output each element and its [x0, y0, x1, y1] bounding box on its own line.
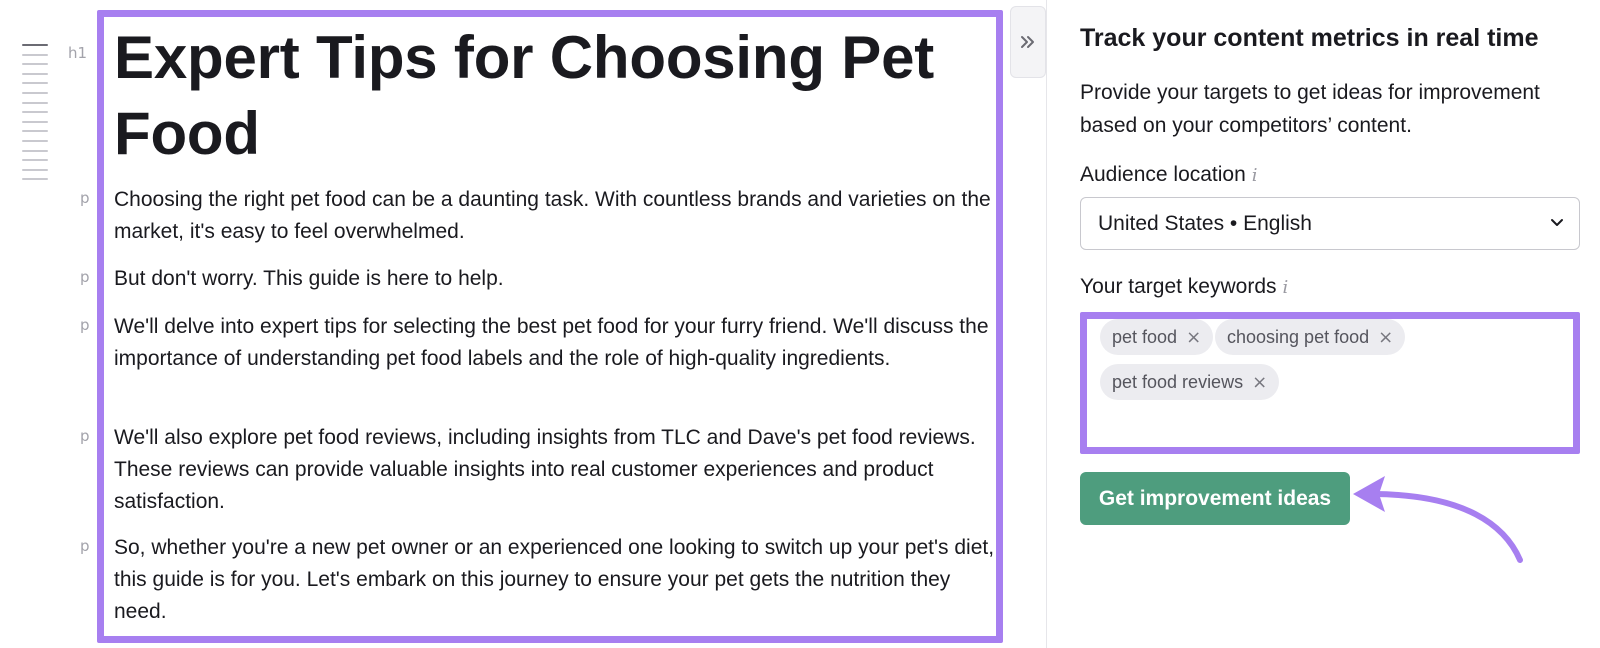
p-block-tag: p	[80, 316, 90, 334]
panel-description: Provide your targets to get ideas for im…	[1080, 81, 1540, 137]
paragraph[interactable]: We'll delve into expert tips for selecti…	[114, 311, 1004, 375]
get-improvement-ideas-button[interactable]: Get improvement ideas	[1080, 472, 1350, 525]
outline-line[interactable]	[22, 178, 48, 181]
p-block-tag: p	[80, 189, 90, 207]
remove-keyword-icon[interactable]: ×	[1378, 327, 1393, 348]
audience-location-label-text: Audience location	[1080, 163, 1246, 186]
outline-line[interactable]	[22, 130, 48, 133]
p-block-tag: p	[80, 268, 90, 286]
keyword-chip-label: choosing pet food	[1227, 326, 1370, 347]
paragraph[interactable]: Choosing the right pet food can be a dau…	[114, 184, 1004, 248]
remove-keyword-icon[interactable]: ×	[1186, 327, 1201, 348]
paragraph[interactable]: So, whether you're a new pet owner or an…	[114, 532, 1004, 628]
outline-line[interactable]	[22, 63, 48, 66]
outline-line[interactable]	[22, 159, 48, 162]
paragraph[interactable]: We'll also explore pet food reviews, inc…	[114, 422, 1004, 518]
p-block-tag: p	[80, 427, 90, 445]
editor-content[interactable]: Expert Tips for Choosing Pet Food Choosi…	[114, 20, 1004, 623]
audience-location-select[interactable]: United States • English	[1080, 197, 1580, 250]
keyword-chip[interactable]: pet food reviews ×	[1100, 364, 1280, 400]
paragraph[interactable]: But don't worry. This guide is here to h…	[114, 263, 1004, 295]
keyword-chip[interactable]: pet food ×	[1100, 319, 1214, 355]
outline-line[interactable]	[22, 168, 48, 171]
p-block-tag: p	[80, 537, 90, 555]
remove-keyword-icon[interactable]: ×	[1252, 372, 1267, 393]
keyword-chip[interactable]: choosing pet food ×	[1215, 319, 1406, 355]
target-keywords-label: Your target keywords i	[1080, 275, 1288, 299]
panel-title: Track your content metrics in real time	[1080, 24, 1539, 52]
target-keywords-input[interactable]: pet food × choosing pet food × pet food …	[1080, 312, 1580, 454]
outline-line[interactable]	[22, 53, 48, 56]
target-keywords-label-text: Your target keywords	[1080, 275, 1277, 298]
document-outline[interactable]	[22, 44, 48, 188]
audience-location-value: United States • English	[1098, 211, 1312, 235]
outline-line[interactable]	[22, 149, 48, 152]
outline-line[interactable]	[22, 111, 48, 114]
outline-heading-marker[interactable]	[22, 44, 48, 46]
double-chevron-right-icon	[1021, 36, 1034, 48]
audience-location-label: Audience location i	[1080, 163, 1258, 187]
chevron-down-icon	[1551, 219, 1563, 226]
info-icon[interactable]: i	[1252, 165, 1258, 186]
outline-line[interactable]	[22, 91, 48, 94]
outline-line[interactable]	[22, 72, 48, 75]
panel-divider	[1046, 0, 1047, 648]
article-title[interactable]: Expert Tips for Choosing Pet Food	[114, 20, 1004, 172]
collapse-panel-button[interactable]	[1010, 6, 1046, 78]
pointer-arrow-icon	[1353, 476, 1523, 563]
info-icon[interactable]: i	[1283, 277, 1289, 298]
outline-line[interactable]	[22, 101, 48, 104]
outline-line[interactable]	[22, 139, 48, 142]
keyword-chip-label: pet food reviews	[1112, 371, 1244, 392]
outline-line[interactable]	[22, 82, 48, 85]
h1-block-tag: h1	[68, 44, 88, 62]
keyword-chip-label: pet food	[1112, 326, 1178, 347]
outline-line[interactable]	[22, 120, 48, 123]
